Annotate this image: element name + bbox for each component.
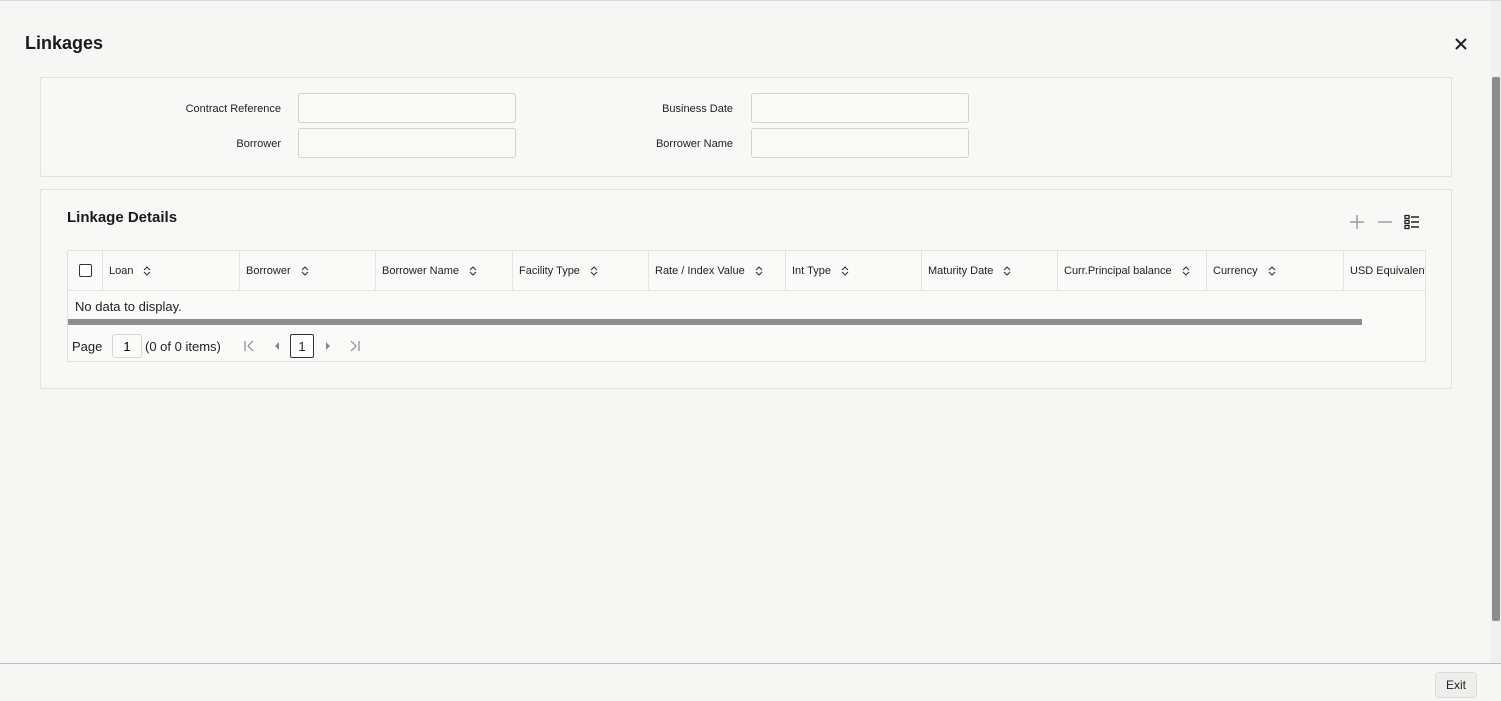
column-header-label: Int Type — [792, 265, 831, 277]
sort-icon[interactable] — [841, 266, 849, 276]
column-header-label: Curr.Principal balance — [1064, 265, 1172, 277]
column-header-currency[interactable]: Currency — [1206, 251, 1343, 291]
vertical-scrollbar-thumb[interactable] — [1492, 77, 1500, 621]
borrower-name-input[interactable] — [751, 128, 969, 158]
linkages-window: Linkages Contract Reference Borrower Bus… — [0, 0, 1501, 701]
plus-icon[interactable] — [1347, 212, 1367, 232]
horizontal-scrollbar[interactable] — [68, 319, 1362, 325]
linkage-details-table: Loan Borrower Borrower Name Facility Typ… — [67, 250, 1426, 362]
sort-icon[interactable] — [301, 266, 309, 276]
column-header-label: Facility Type — [519, 265, 580, 277]
next-page-icon[interactable] — [322, 340, 334, 352]
column-header-label: Maturity Date — [928, 265, 994, 277]
last-page-icon[interactable] — [349, 340, 361, 352]
sort-icon[interactable] — [1268, 266, 1276, 276]
previous-page-icon[interactable] — [271, 340, 283, 352]
column-header-label: Currency — [1213, 265, 1258, 277]
page-label: Page — [72, 339, 103, 354]
column-header-label: Borrower — [246, 265, 291, 277]
column-header-label: Loan — [109, 265, 134, 277]
sort-icon[interactable] — [469, 266, 477, 276]
empty-table-message: No data to display. — [75, 299, 182, 314]
table-header: Loan Borrower Borrower Name Facility Typ… — [68, 251, 1426, 291]
select-all-checkbox[interactable] — [79, 264, 92, 277]
exit-button[interactable]: Exit — [1435, 672, 1477, 698]
page-number-input[interactable] — [112, 334, 142, 358]
current-page-button[interactable]: 1 — [290, 334, 314, 358]
column-header-label: Rate / Index Value — [655, 265, 745, 277]
borrower-label: Borrower — [236, 138, 281, 150]
sort-icon[interactable] — [1182, 266, 1190, 276]
business-date-label: Business Date — [662, 103, 733, 115]
column-header-borrower-name[interactable]: Borrower Name — [375, 251, 512, 291]
column-header-label: Borrower Name — [382, 265, 460, 277]
column-header-curr-principal-balance[interactable]: Curr.Principal balance — [1057, 251, 1206, 291]
section-title: Linkage Details — [67, 209, 178, 226]
borrower-input[interactable] — [298, 128, 516, 158]
header-form-panel: Contract Reference Borrower Business Dat… — [40, 77, 1452, 177]
close-icon[interactable] — [1450, 33, 1472, 55]
contract-reference-label: Contract Reference — [185, 103, 281, 115]
column-header-facility-type[interactable]: Facility Type — [512, 251, 648, 291]
business-date-input[interactable] — [751, 93, 969, 123]
window-title: Linkages — [25, 33, 104, 53]
sort-icon[interactable] — [755, 266, 763, 276]
contract-reference-input[interactable] — [298, 93, 516, 123]
items-count-text: (0 of 0 items) — [145, 339, 221, 354]
sort-icon[interactable] — [590, 266, 598, 276]
column-list-icon[interactable] — [1402, 212, 1422, 232]
footer-bar — [0, 664, 1501, 701]
first-page-icon[interactable] — [243, 340, 255, 352]
column-header-borrower[interactable]: Borrower — [239, 251, 375, 291]
sort-icon[interactable] — [143, 266, 151, 276]
pagination-bar: Page (0 of 0 items) 1 — [68, 333, 668, 361]
column-header-usd-equivalent[interactable]: USD Equivalent — [1343, 251, 1426, 291]
column-header-int-type[interactable]: Int Type — [785, 251, 921, 291]
minus-icon[interactable] — [1375, 212, 1395, 232]
linkage-details-panel: Linkage Details Loan Borrower Borrower N… — [40, 189, 1452, 389]
column-header-rate-index-value[interactable]: Rate / Index Value — [648, 251, 785, 291]
sort-icon[interactable] — [1003, 266, 1011, 276]
column-header-maturity-date[interactable]: Maturity Date — [921, 251, 1057, 291]
borrower-name-label: Borrower Name — [655, 138, 733, 150]
column-header-loan[interactable]: Loan — [102, 251, 239, 291]
column-header-label: USD Equivalent — [1350, 265, 1426, 277]
